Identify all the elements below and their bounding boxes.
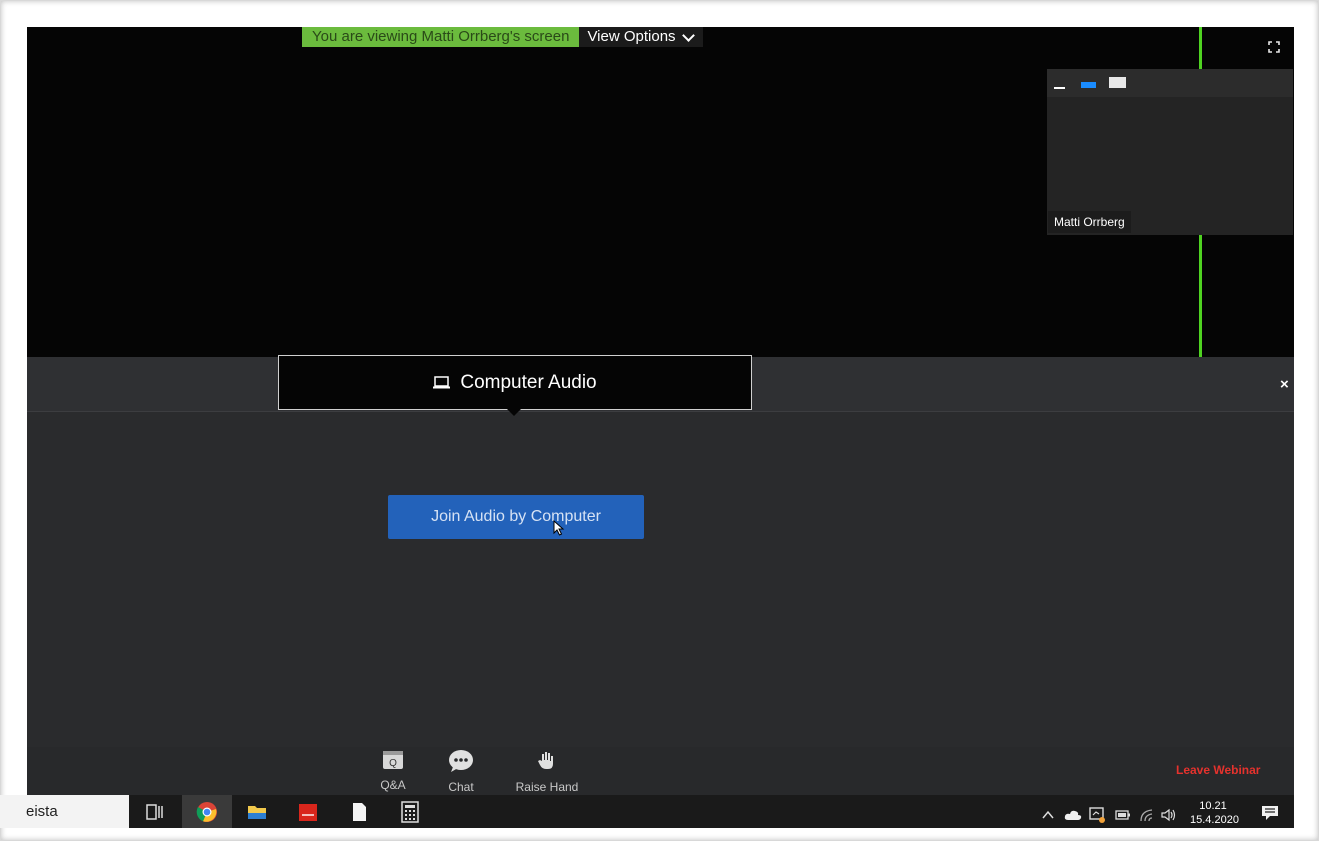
cloud-icon[interactable] bbox=[1064, 809, 1082, 821]
computer-audio-tab[interactable]: Computer Audio bbox=[278, 355, 752, 410]
document-icon[interactable] bbox=[348, 801, 370, 823]
view-options-label: View Options bbox=[587, 28, 676, 45]
panel-toolbar bbox=[1047, 69, 1293, 97]
computer-audio-tab-label: Computer Audio bbox=[460, 371, 597, 393]
gallery-view-icon[interactable] bbox=[1109, 77, 1126, 88]
battery-icon[interactable] bbox=[1115, 810, 1131, 820]
active-speaker-view-icon[interactable] bbox=[1081, 82, 1096, 88]
fullscreen-icon[interactable] bbox=[1268, 41, 1280, 53]
participant-name-label: Matti Orrberg bbox=[1048, 211, 1131, 233]
join-audio-button[interactable]: Join Audio by Computer bbox=[388, 495, 644, 539]
chevron-up-icon[interactable] bbox=[1042, 810, 1054, 820]
audio-panel bbox=[27, 357, 1294, 747]
wifi-icon[interactable] bbox=[1139, 808, 1155, 822]
chat-icon bbox=[449, 750, 473, 772]
participant-video-panel: Matti Orrberg bbox=[1047, 69, 1293, 235]
mouse-cursor-icon bbox=[553, 520, 565, 536]
app-icon[interactable] bbox=[297, 801, 319, 823]
chat-button[interactable]: Chat bbox=[440, 749, 482, 794]
leave-webinar-button[interactable]: Leave Webinar bbox=[1176, 763, 1260, 777]
viewing-status-text: You are viewing Matti Orrberg's screen bbox=[302, 27, 580, 47]
chrome-icon[interactable] bbox=[196, 801, 218, 823]
calculator-icon[interactable] bbox=[399, 801, 421, 823]
close-icon[interactable]: × bbox=[1280, 376, 1289, 393]
chat-label: Chat bbox=[448, 780, 474, 794]
qa-button[interactable]: Q Q&A bbox=[375, 749, 411, 792]
clock-time: 10.21 bbox=[1199, 800, 1227, 812]
view-options-button[interactable]: View Options bbox=[579, 27, 703, 47]
taskbar-search-box[interactable]: eista bbox=[0, 795, 129, 828]
svg-text:Q: Q bbox=[389, 758, 397, 769]
file-explorer-icon[interactable] bbox=[246, 801, 268, 823]
minimize-icon[interactable] bbox=[1054, 87, 1065, 89]
raise-hand-label: Raise Hand bbox=[515, 780, 579, 794]
taskbar-clock[interactable]: 10.21 15.4.2020 bbox=[1190, 799, 1239, 827]
tab-pointer bbox=[506, 408, 522, 416]
clock-date: 15.4.2020 bbox=[1190, 814, 1239, 826]
network-icon[interactable] bbox=[1089, 807, 1105, 823]
task-view-icon[interactable] bbox=[144, 801, 166, 823]
laptop-icon bbox=[433, 376, 451, 389]
raise-hand-button[interactable]: Raise Hand bbox=[510, 749, 584, 794]
raise-hand-icon bbox=[538, 752, 553, 769]
volume-icon[interactable] bbox=[1160, 808, 1178, 822]
meeting-toolbar bbox=[27, 747, 1294, 795]
qa-label: Q&A bbox=[380, 778, 406, 792]
viewing-banner: You are viewing Matti Orrberg's screen V… bbox=[302, 27, 703, 47]
chevron-down-icon bbox=[681, 28, 695, 42]
qa-icon: Q bbox=[383, 751, 403, 769]
notification-icon[interactable] bbox=[1261, 805, 1279, 821]
